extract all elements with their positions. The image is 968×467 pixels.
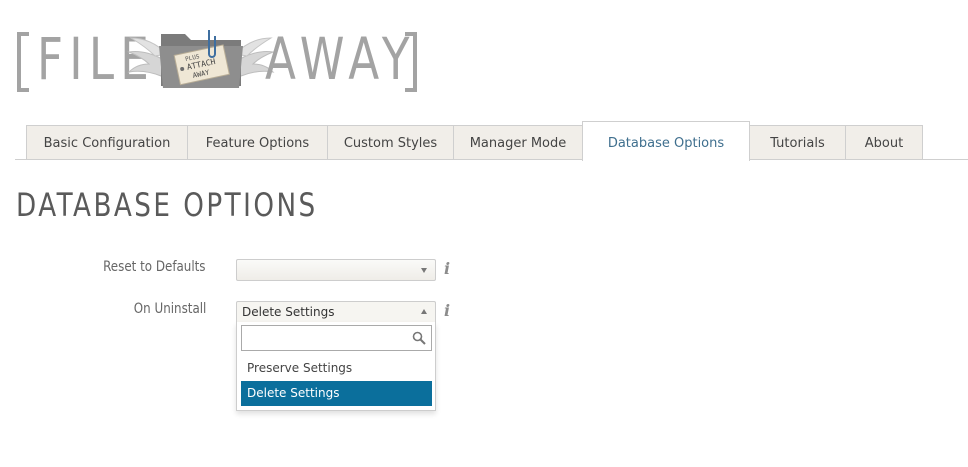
option-preserve-settings[interactable]: Preserve Settings	[241, 356, 432, 381]
on-uninstall-label: On Uninstall	[133, 301, 206, 317]
info-icon[interactable]: i	[444, 260, 454, 278]
chevron-down-icon	[421, 268, 427, 273]
page-title: DATABASE OPTIONS	[16, 186, 318, 224]
option-delete-settings[interactable]: Delete Settings	[241, 381, 432, 406]
winged-folder-icon: PLUS ATTACH AWAY	[127, 30, 275, 88]
tab-manager-mode[interactable]: Manager Mode	[453, 125, 583, 159]
info-icon[interactable]: i	[444, 302, 454, 320]
logo-left-bracket	[17, 32, 29, 92]
dropdown-search-input[interactable]	[241, 325, 432, 351]
tab-custom-styles[interactable]: Custom Styles	[327, 125, 454, 159]
tab-feature-options[interactable]: Feature Options	[187, 125, 328, 159]
search-icon	[412, 331, 426, 345]
tab-about[interactable]: About	[845, 125, 923, 159]
reset-defaults-label: Reset to Defaults	[103, 259, 206, 275]
on-uninstall-value: Delete Settings	[242, 305, 335, 319]
settings-page: FILE PLUS ATTACH AWAY AWAY Basic Configu…	[0, 0, 968, 467]
tab-tutorials[interactable]: Tutorials	[749, 125, 846, 159]
on-uninstall-dropdown: Preserve Settings Delete Settings	[236, 322, 436, 411]
on-uninstall-select[interactable]: Delete Settings	[236, 301, 436, 323]
tab-database-options[interactable]: Database Options	[582, 121, 750, 161]
logo-word-right: AWAY	[265, 25, 416, 93]
logo-right-bracket	[405, 32, 417, 92]
file-away-logo: FILE PLUS ATTACH AWAY AWAY	[15, 24, 425, 98]
tab-basic-configuration[interactable]: Basic Configuration	[26, 125, 188, 159]
chevron-up-icon	[421, 309, 427, 314]
reset-defaults-select[interactable]	[236, 259, 436, 281]
